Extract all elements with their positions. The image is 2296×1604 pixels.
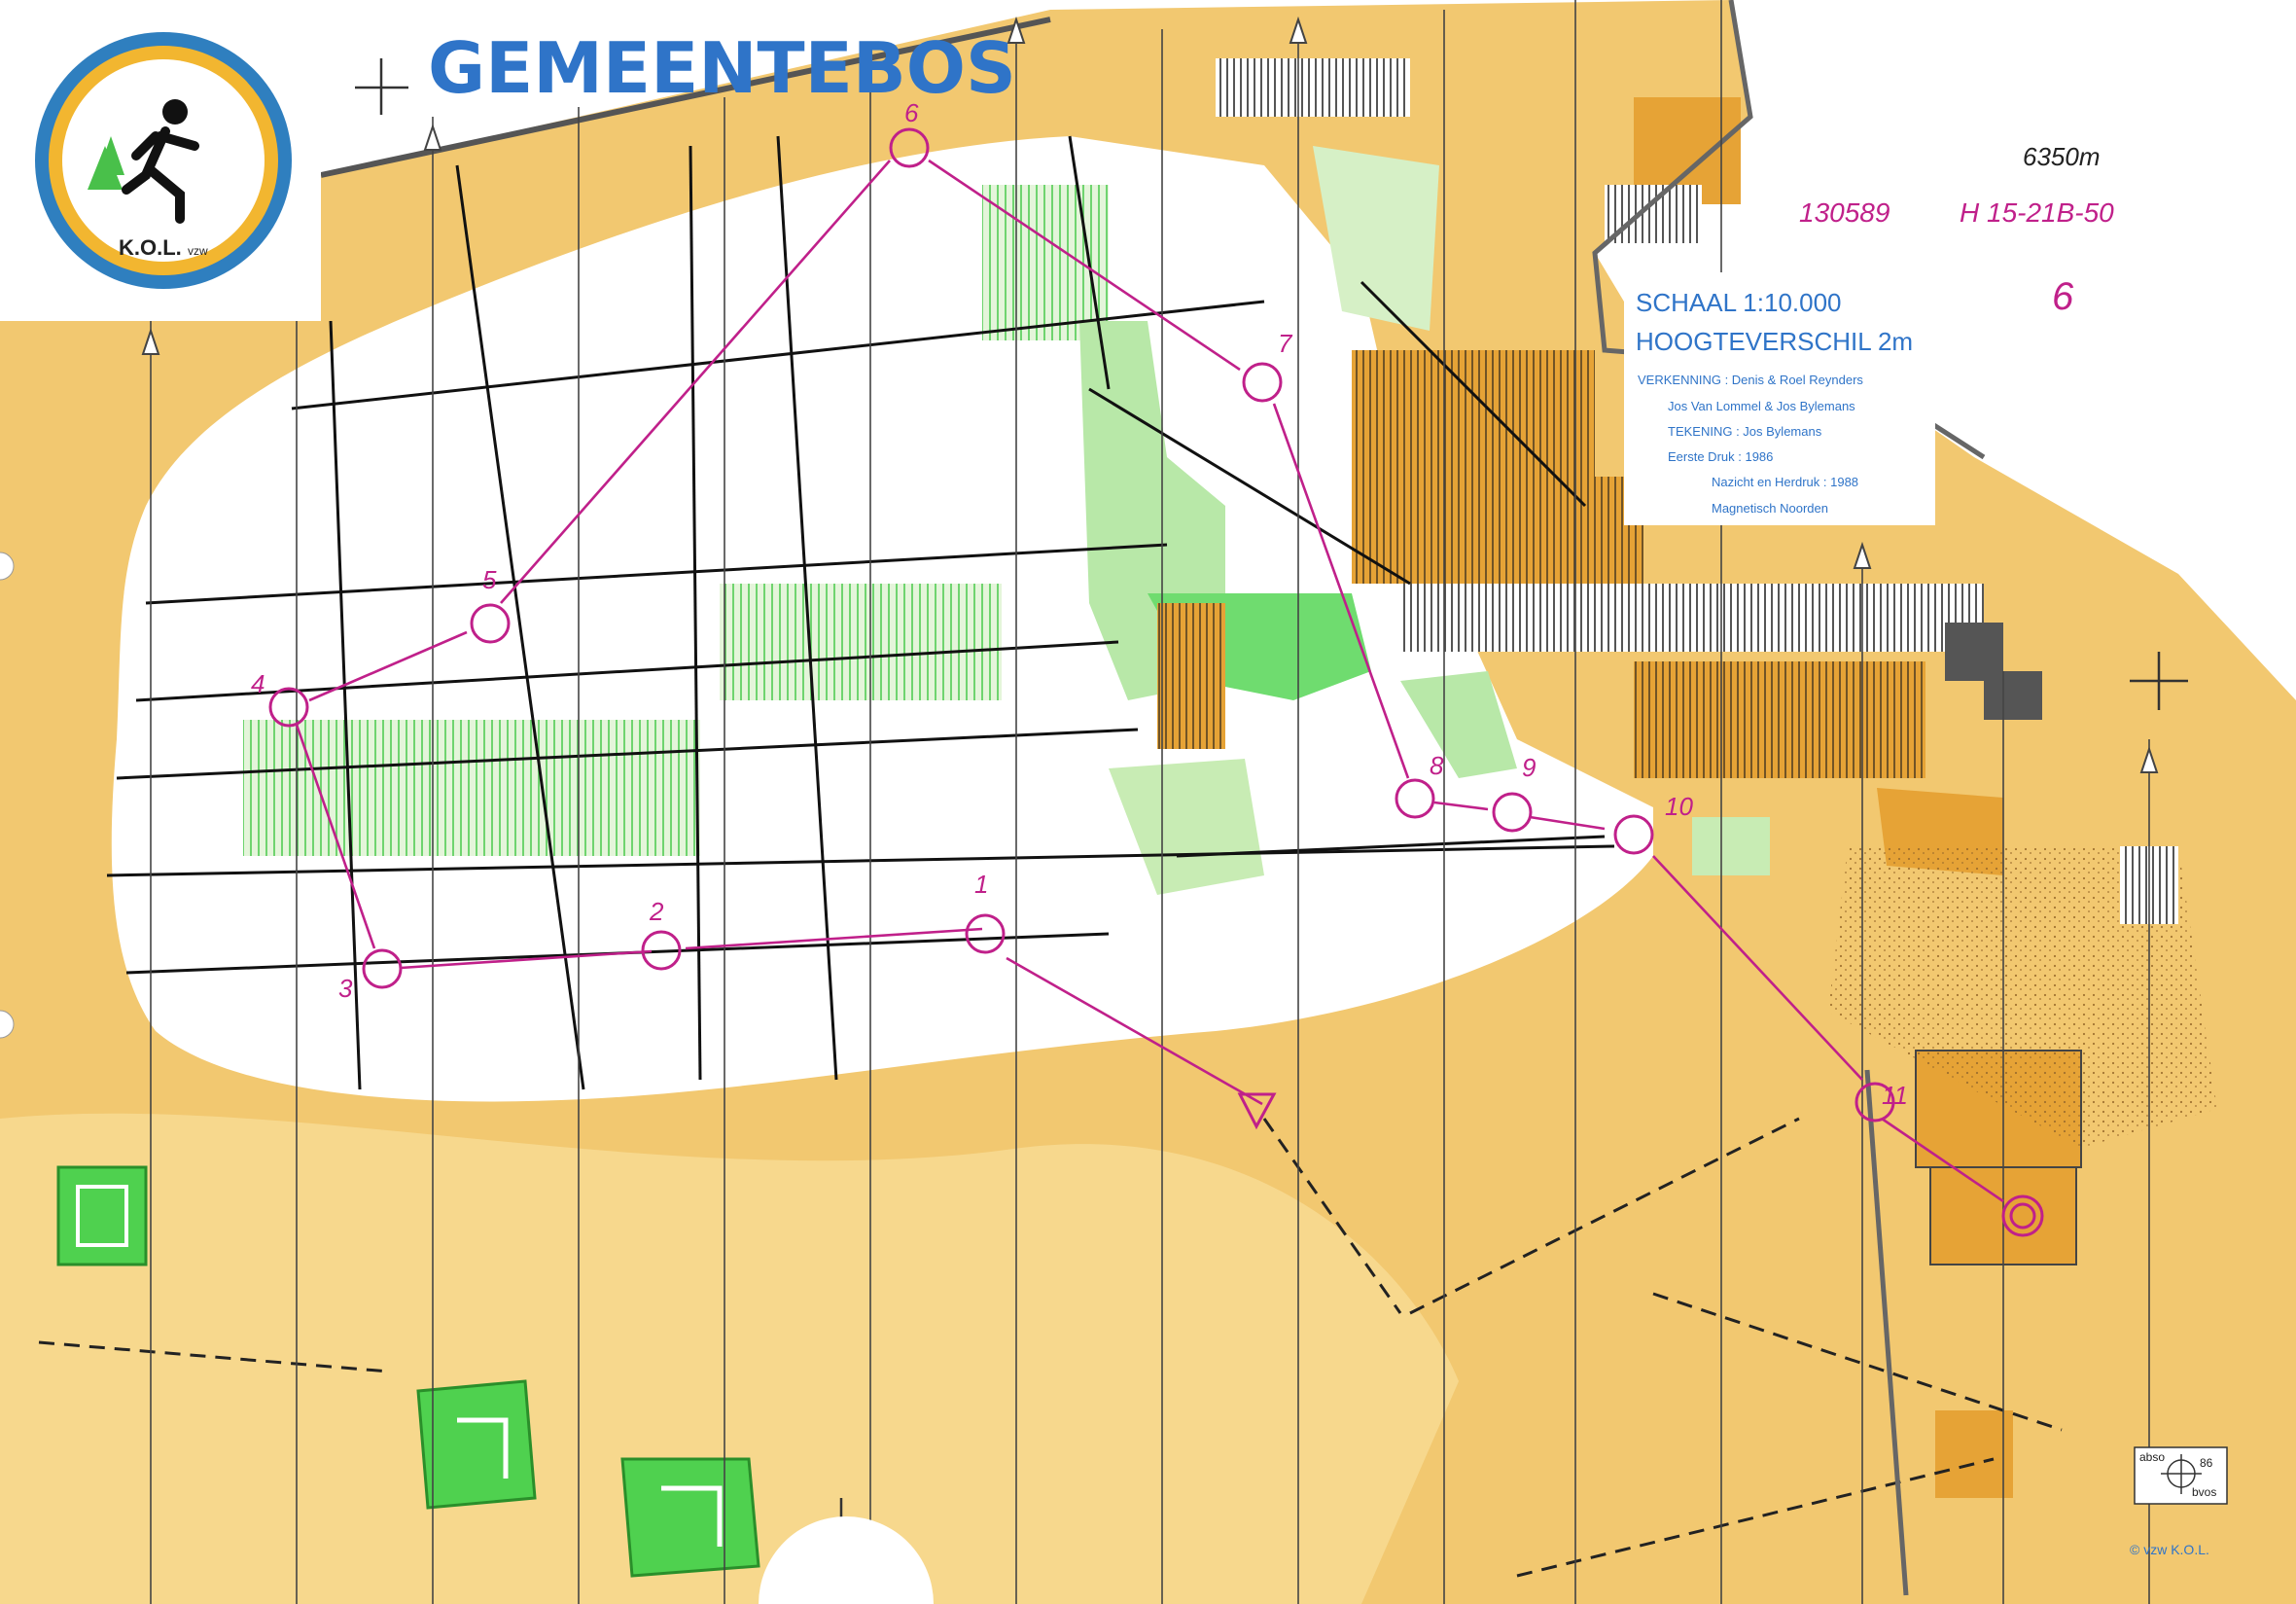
corner-abso: abso [2139, 1450, 2165, 1464]
built-area-1 [1400, 584, 1984, 652]
category: H 15-21B-50 [1960, 197, 2114, 228]
event-code: 130589 [1799, 197, 1890, 228]
corner-bvos: bvos [2192, 1485, 2216, 1499]
control-label-7: 7 [1278, 329, 1293, 358]
orange-field-5 [1498, 477, 1643, 593]
orange-field-4 [1634, 661, 1925, 778]
green-strip-2 [720, 584, 1002, 700]
control-label-10: 10 [1665, 792, 1693, 821]
copyright: © vzw K.O.L. [2130, 1542, 2209, 1557]
green-area-9 [1692, 817, 1770, 875]
green-strip-1 [243, 720, 700, 856]
scale-label: SCHAAL 1:10.000 [1636, 288, 1842, 317]
credit-line-4: Eerste Druk : 1986 [1668, 449, 1773, 464]
corner-label-box: abso 86 bvos [2134, 1446, 2228, 1505]
control-label-8: 8 [1430, 751, 1444, 780]
credit-line-3: TEKENING : Jos Bylemans [1668, 424, 1822, 439]
control-label-5: 5 [482, 565, 497, 594]
orienteering-map: 1 2 3 4 5 6 7 8 9 10 11 K.O.L. vzw GEMEE… [0, 0, 2296, 1604]
corner-86: 86 [2200, 1456, 2213, 1470]
credit-line-6: Magnetisch Noorden [1712, 501, 1828, 516]
control-label-3: 3 [338, 974, 353, 1003]
logo-text: K.O.L. [119, 235, 182, 260]
contour-label: HOOGTEVERSCHIL 2m [1636, 327, 1913, 356]
logo-suffix: vzw [188, 244, 208, 258]
control-label-9: 9 [1522, 753, 1536, 782]
credit-line-1: VERKENNING : Denis & Roel Reynders [1638, 373, 1863, 387]
orange-field-7 [1935, 1410, 2013, 1498]
logo-kol: K.O.L. vzw [35, 32, 292, 289]
control-label-11: 11 [1882, 1081, 1908, 1110]
credit-line-2: Jos Van Lommel & Jos Bylemans [1668, 399, 1855, 413]
credit-line-5: Nazicht en Herdruk : 1988 [1712, 475, 1858, 489]
orange-field-3 [1157, 603, 1225, 749]
control-label-2: 2 [649, 897, 664, 926]
handwritten-distance: 6350m [2023, 142, 2101, 171]
map-title: GEMEENTEBOS [428, 27, 1016, 109]
course-number: 6 [2052, 275, 2074, 318]
built-area-2 [1216, 58, 1410, 117]
control-label-4: 4 [251, 669, 265, 698]
control-label-1: 1 [974, 870, 988, 899]
